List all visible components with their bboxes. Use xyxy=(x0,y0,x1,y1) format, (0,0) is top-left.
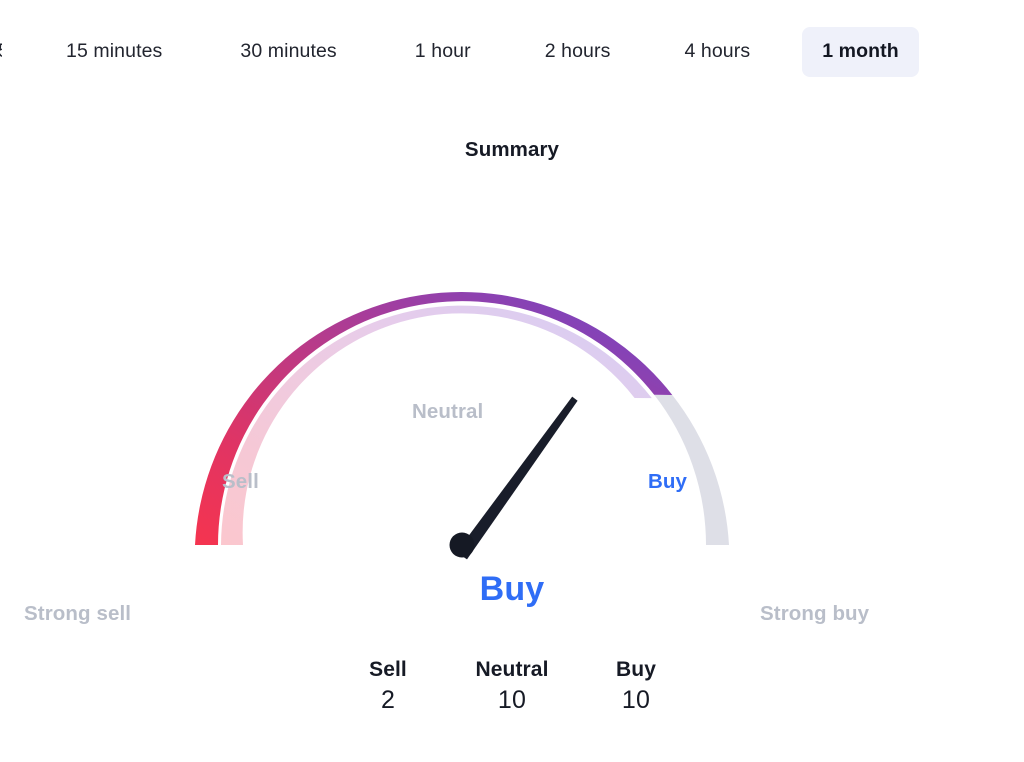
gauge-arc-inner-band xyxy=(221,305,652,545)
gauge-needle-pivot xyxy=(449,532,475,558)
tab-2-hours[interactable]: 2 hours xyxy=(525,27,631,77)
count-value-buy: 10 xyxy=(621,685,651,714)
gauge-zone-label-neutral: Neutral xyxy=(412,400,484,423)
count-label-neutral: Neutral xyxy=(475,658,549,681)
gauge-zone-label-strong-buy: Strong buy xyxy=(760,602,870,625)
tab-15-minutes[interactable]: 15 minutes xyxy=(46,27,182,77)
count-cell-buy: Buy 10 xyxy=(574,658,698,719)
gauge-svg xyxy=(195,292,729,560)
tab-5-minutes[interactable]: 5 minutes xyxy=(0,27,2,77)
gauge-zone-label-sell: Sell xyxy=(222,470,259,493)
tab-30-minutes[interactable]: 30 minutes xyxy=(220,27,356,77)
count-value-sell: 2 xyxy=(380,685,396,714)
count-label-buy: Buy xyxy=(616,658,656,681)
summary-gauge: Strong sell Sell Neutral Buy Strong buy xyxy=(0,180,1024,624)
page-title: Summary xyxy=(464,138,560,161)
tab-1-hour[interactable]: 1 hour xyxy=(395,27,491,77)
timeframe-tab-bar[interactable]: 5 minutes 15 minutes 30 minutes 1 hour 2… xyxy=(0,0,1024,104)
tab-4-hours[interactable]: 4 hours xyxy=(664,27,770,77)
count-value-neutral: 10 xyxy=(497,685,527,714)
signal-counts: Sell 2 Neutral 10 Buy 10 xyxy=(262,658,762,719)
gauge-zone-label-strong-sell: Strong sell xyxy=(24,602,132,625)
gauge-zone-label-buy: Buy xyxy=(648,470,688,493)
count-label-sell: Sell xyxy=(369,658,407,681)
count-cell-neutral: Neutral 10 xyxy=(450,658,574,719)
summary-verdict: Buy xyxy=(479,570,545,608)
count-cell-sell: Sell 2 xyxy=(326,658,450,719)
tab-1-month[interactable]: 1 month xyxy=(802,27,919,77)
